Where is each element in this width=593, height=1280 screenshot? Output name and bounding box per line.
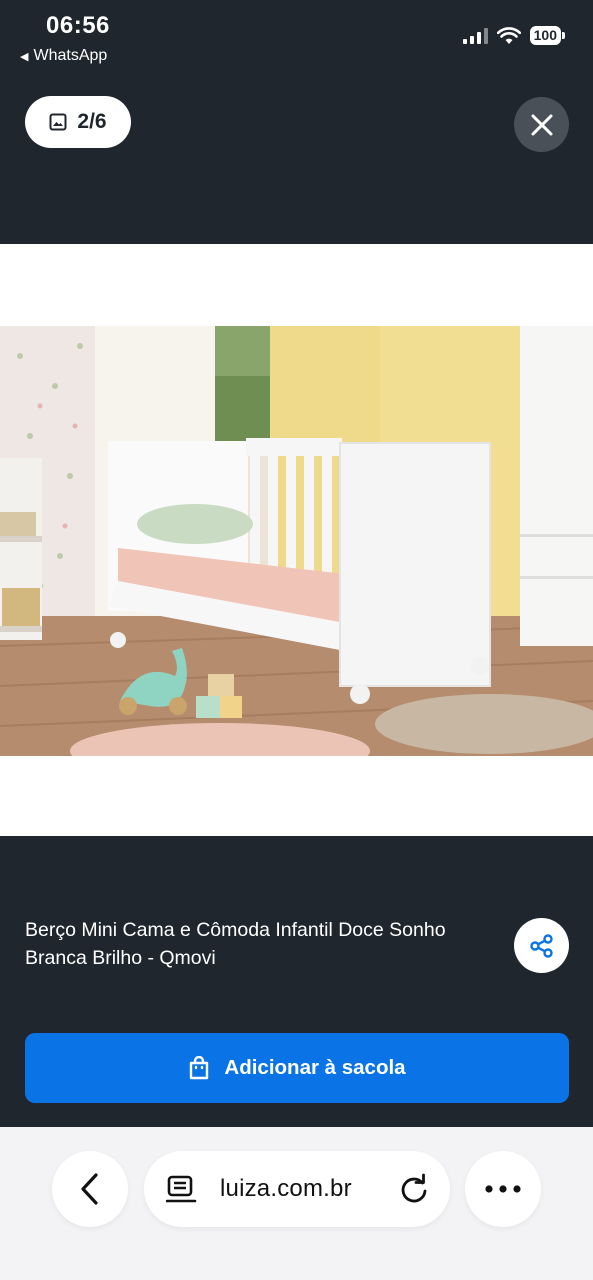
address-bar[interactable]: luiza.com.br	[144, 1151, 450, 1227]
product-title: Berço Mini Cama e Cômoda Infantil Doce S…	[25, 919, 446, 969]
add-to-bag-button[interactable]: Adicionar à sacola	[25, 1033, 569, 1103]
product-image-viewer[interactable]	[0, 244, 593, 836]
share-button[interactable]	[514, 918, 569, 973]
close-gallery-button[interactable]	[514, 97, 569, 152]
url-text: luiza.com.br	[220, 1175, 352, 1202]
cellular-signal-icon	[462, 27, 488, 44]
status-time: 06:56	[46, 12, 110, 39]
close-icon	[531, 114, 552, 135]
more-options-button[interactable]	[465, 1151, 541, 1227]
chevron-left-icon	[81, 1173, 98, 1205]
wifi-icon	[496, 26, 521, 44]
product-photo	[0, 326, 593, 756]
image-counter-text: 2/6	[77, 110, 107, 133]
reload-icon[interactable]	[398, 1173, 430, 1205]
battery-indicator: 100	[529, 26, 565, 45]
image-icon	[49, 113, 67, 131]
add-to-bag-label: Adicionar à sacola	[224, 1056, 406, 1079]
browser-back-button[interactable]	[52, 1151, 128, 1227]
battery-level: 100	[529, 26, 561, 45]
more-dots-icon	[485, 1185, 521, 1193]
browser-toolbar: luiza.com.br	[0, 1127, 593, 1280]
page-info-icon	[166, 1175, 197, 1203]
shopping-bag-icon	[190, 1056, 209, 1080]
image-counter: 2/6	[25, 96, 131, 148]
share-icon	[529, 933, 553, 958]
back-app-label: WhatsApp	[33, 47, 108, 64]
status-bar: 06:56 ◀ WhatsApp 100	[0, 0, 593, 80]
status-icons: 100	[462, 26, 565, 45]
back-to-app-link[interactable]: ◀ WhatsApp	[20, 47, 107, 65]
back-triangle-icon: ◀	[20, 50, 29, 63]
